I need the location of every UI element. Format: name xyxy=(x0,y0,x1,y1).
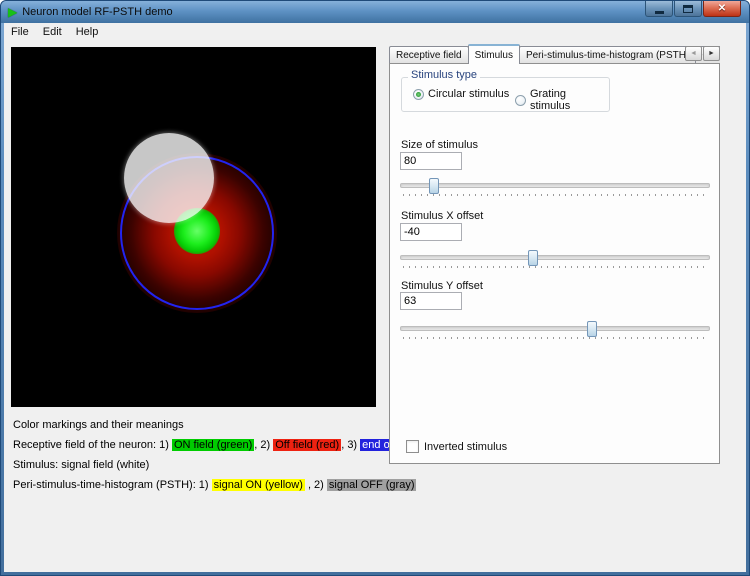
radio-grating-stimulus[interactable]: Grating stimulus xyxy=(515,88,609,112)
size-of-stimulus-label: Size of stimulus xyxy=(401,139,478,151)
stimulus-white-circle xyxy=(124,133,214,223)
x-offset-slider-ticks xyxy=(403,266,707,268)
legend-heading: Color markings and their meanings xyxy=(13,419,383,431)
y-offset-slider[interactable] xyxy=(400,321,710,343)
x-offset-input[interactable] xyxy=(400,223,462,241)
tab-scroller: ◄ ► xyxy=(684,46,720,61)
y-offset-input[interactable] xyxy=(400,292,462,310)
legend-rf-sep2: , 3) xyxy=(341,439,360,451)
y-offset-slider-ticks xyxy=(403,337,707,339)
tab-control: Receptive field Stimulus Peri-stimulus-t… xyxy=(389,44,720,464)
y-offset-label: Stimulus Y offset xyxy=(401,280,483,292)
psth-on-highlight: signal ON (yellow) xyxy=(212,479,305,491)
legend-stimulus-line: Stimulus: signal field (white) xyxy=(13,459,383,471)
size-slider-ticks xyxy=(403,194,707,196)
stimulus-tab-panel: Stimulus type Circular stimulus Grating … xyxy=(389,63,720,464)
client-area: Color markings and their meanings Recept… xyxy=(4,41,746,572)
tab-stimulus[interactable]: Stimulus xyxy=(468,44,520,64)
caption-buttons: ✕ xyxy=(644,1,741,17)
radio-selected-icon xyxy=(413,89,424,100)
size-slider[interactable] xyxy=(400,178,710,200)
tab-scroll-left-button[interactable]: ◄ xyxy=(685,46,702,61)
stimulus-type-groupbox: Stimulus type Circular stimulus Grating … xyxy=(401,77,610,112)
menubar: File Edit Help xyxy=(4,23,746,41)
app-window: ▶ Neuron model RF-PSTH demo ✕ File Edit … xyxy=(0,0,750,576)
app-icon: ▶ xyxy=(8,6,17,18)
inverted-stimulus-checkbox[interactable]: Inverted stimulus xyxy=(406,440,507,453)
size-slider-track[interactable] xyxy=(400,183,710,188)
tab-psth[interactable]: Peri-stimulus-time-histogram (PSTH) xyxy=(519,46,696,64)
maximize-icon xyxy=(683,5,693,13)
inverted-stimulus-label: Inverted stimulus xyxy=(424,441,507,453)
stimulus-type-label: Stimulus type xyxy=(408,69,480,81)
tab-scroll-right-button[interactable]: ► xyxy=(703,46,720,61)
window-title: Neuron model RF-PSTH demo xyxy=(22,6,172,18)
tab-receptive-field[interactable]: Receptive field xyxy=(389,46,469,64)
x-offset-slider[interactable] xyxy=(400,250,710,272)
window-body: File Edit Help Color markings and their … xyxy=(4,23,746,572)
minimize-icon xyxy=(655,11,664,14)
size-of-stimulus-input[interactable] xyxy=(400,152,462,170)
legend-psth-prefix: Peri-stimulus-time-histogram (PSTH): 1) xyxy=(13,479,212,491)
maximize-button[interactable] xyxy=(674,1,702,17)
radio-grating-label: Grating stimulus xyxy=(530,88,609,112)
menu-item-edit[interactable]: Edit xyxy=(36,24,69,40)
radio-circular-label: Circular stimulus xyxy=(428,88,509,100)
radio-unselected-icon xyxy=(515,95,526,106)
scroll-left-icon: ◄ xyxy=(690,50,697,57)
x-offset-label: Stimulus X offset xyxy=(401,210,483,222)
legend: Color markings and their meanings Recept… xyxy=(13,419,383,499)
y-offset-slider-track[interactable] xyxy=(400,326,710,331)
psth-off-highlight: signal OFF (gray) xyxy=(327,479,417,491)
legend-psth-line: Peri-stimulus-time-histogram (PSTH): 1) … xyxy=(13,479,383,491)
rf-on-highlight: ON field (green) xyxy=(172,439,254,451)
legend-rf-sep1: , 2) xyxy=(254,439,273,451)
close-icon: ✕ xyxy=(718,4,726,14)
x-offset-slider-track[interactable] xyxy=(400,255,710,260)
legend-rf-line: Receptive field of the neuron: 1) ON fie… xyxy=(13,439,383,451)
minimize-button[interactable] xyxy=(645,1,673,17)
titlebar[interactable]: ▶ Neuron model RF-PSTH demo ✕ xyxy=(1,1,749,23)
size-slider-thumb[interactable] xyxy=(429,178,439,194)
legend-psth-sep: , 2) xyxy=(305,479,327,491)
legend-rf-prefix: Receptive field of the neuron: 1) xyxy=(13,439,172,451)
rf-off-highlight: Off field (red) xyxy=(273,439,341,451)
close-button[interactable]: ✕ xyxy=(703,1,741,17)
scroll-right-icon: ► xyxy=(708,50,715,57)
y-offset-slider-thumb[interactable] xyxy=(587,321,597,337)
rf-canvas xyxy=(11,47,376,407)
checkbox-icon xyxy=(406,440,419,453)
tabstrip: Receptive field Stimulus Peri-stimulus-t… xyxy=(389,44,720,64)
menu-item-help[interactable]: Help xyxy=(69,24,106,40)
x-offset-slider-thumb[interactable] xyxy=(528,250,538,266)
radio-circular-stimulus[interactable]: Circular stimulus xyxy=(413,88,509,100)
menu-item-file[interactable]: File xyxy=(4,24,36,40)
